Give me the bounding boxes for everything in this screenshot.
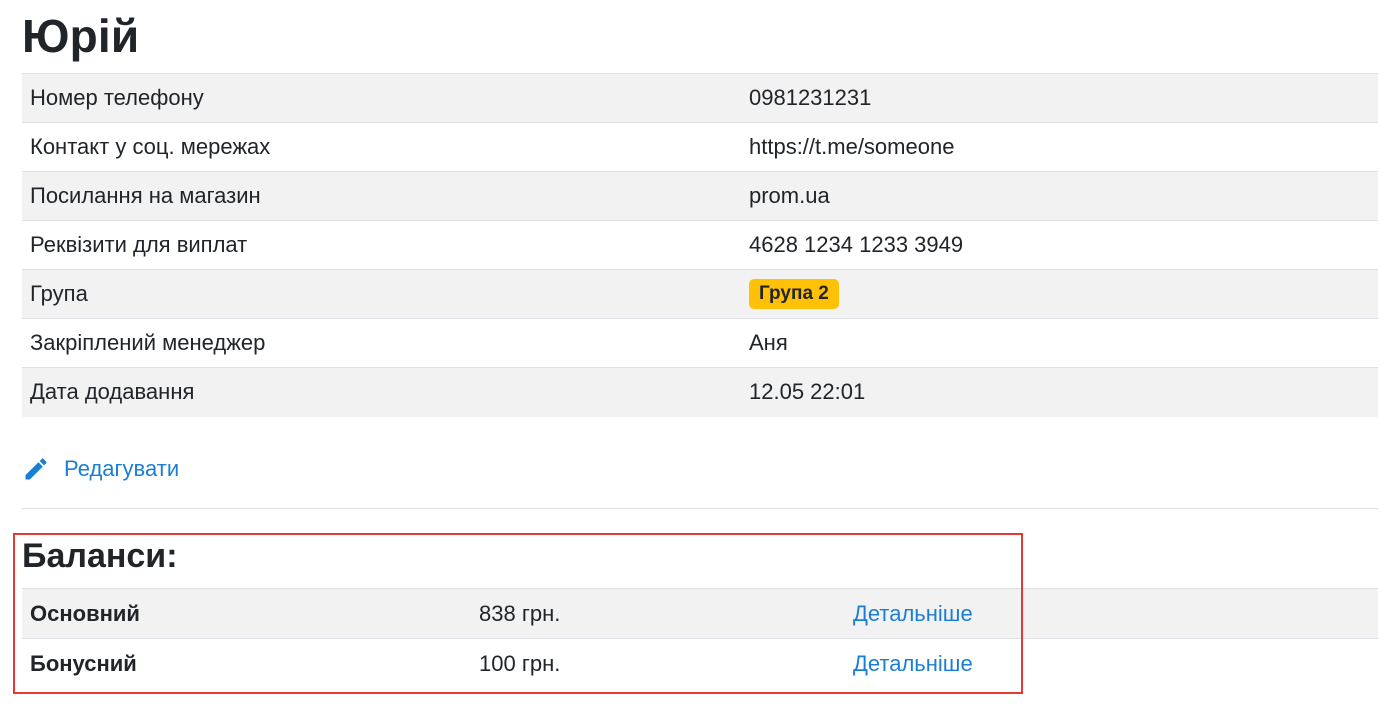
table-row: Група Група 2 — [22, 269, 1378, 319]
shop-link-label: Посилання на магазин — [22, 171, 741, 221]
table-row: Закріплений менеджер Аня — [22, 318, 1378, 368]
group-badge: Група 2 — [749, 279, 839, 309]
table-row: Дата додавання 12.05 22:01 — [22, 367, 1378, 417]
shop-link-value: prom.ua — [741, 171, 1378, 221]
table-row: Контакт у соц. мережах https://t.me/some… — [22, 122, 1378, 172]
balance-name-main: Основний — [22, 588, 471, 639]
balance-amount-main: 838 грн. — [471, 588, 845, 639]
manager-label: Закріплений менеджер — [22, 318, 741, 368]
details-link-main[interactable]: Детальніше — [845, 588, 1378, 639]
social-contact-value: https://t.me/someone — [741, 122, 1378, 172]
table-row: Посилання на магазин prom.ua — [22, 171, 1378, 221]
edit-link[interactable]: Редагувати — [22, 452, 179, 486]
details-link-bonus[interactable]: Детальніше — [845, 638, 1378, 689]
phone-label: Номер телефону — [22, 73, 741, 123]
table-row: Реквізити для виплат 4628 1234 1233 3949 — [22, 220, 1378, 270]
profile-details-table: Номер телефону 0981231231 Контакт у соц.… — [22, 73, 1378, 417]
group-label: Група — [22, 269, 741, 319]
payment-details-value: 4628 1234 1233 3949 — [741, 220, 1378, 270]
balances-title: Баланси: — [22, 537, 178, 575]
pencil-icon — [22, 455, 50, 483]
table-row: Номер телефону 0981231231 — [22, 73, 1378, 123]
page-title: Юрій — [22, 10, 140, 62]
balance-name-bonus: Бонусний — [22, 638, 471, 689]
payment-details-label: Реквізити для виплат — [22, 220, 741, 270]
date-added-label: Дата додавання — [22, 367, 741, 417]
group-value-cell: Група 2 — [741, 269, 1378, 319]
user-profile-page: Юрій Номер телефону 0981231231 Контакт у… — [22, 0, 1378, 689]
social-contact-label: Контакт у соц. мережах — [22, 122, 741, 172]
edit-link-label: Редагувати — [64, 456, 180, 481]
table-row: Основний 838 грн. Детальніше — [22, 588, 1378, 639]
date-added-value: 12.05 22:01 — [741, 367, 1378, 417]
table-row: Бонусний 100 грн. Детальніше — [22, 638, 1378, 689]
section-divider — [22, 508, 1378, 509]
balance-amount-bonus: 100 грн. — [471, 638, 845, 689]
balances-table: Основний 838 грн. Детальніше Бонусний 10… — [22, 588, 1378, 689]
manager-value: Аня — [741, 318, 1378, 368]
phone-value: 0981231231 — [741, 73, 1378, 123]
